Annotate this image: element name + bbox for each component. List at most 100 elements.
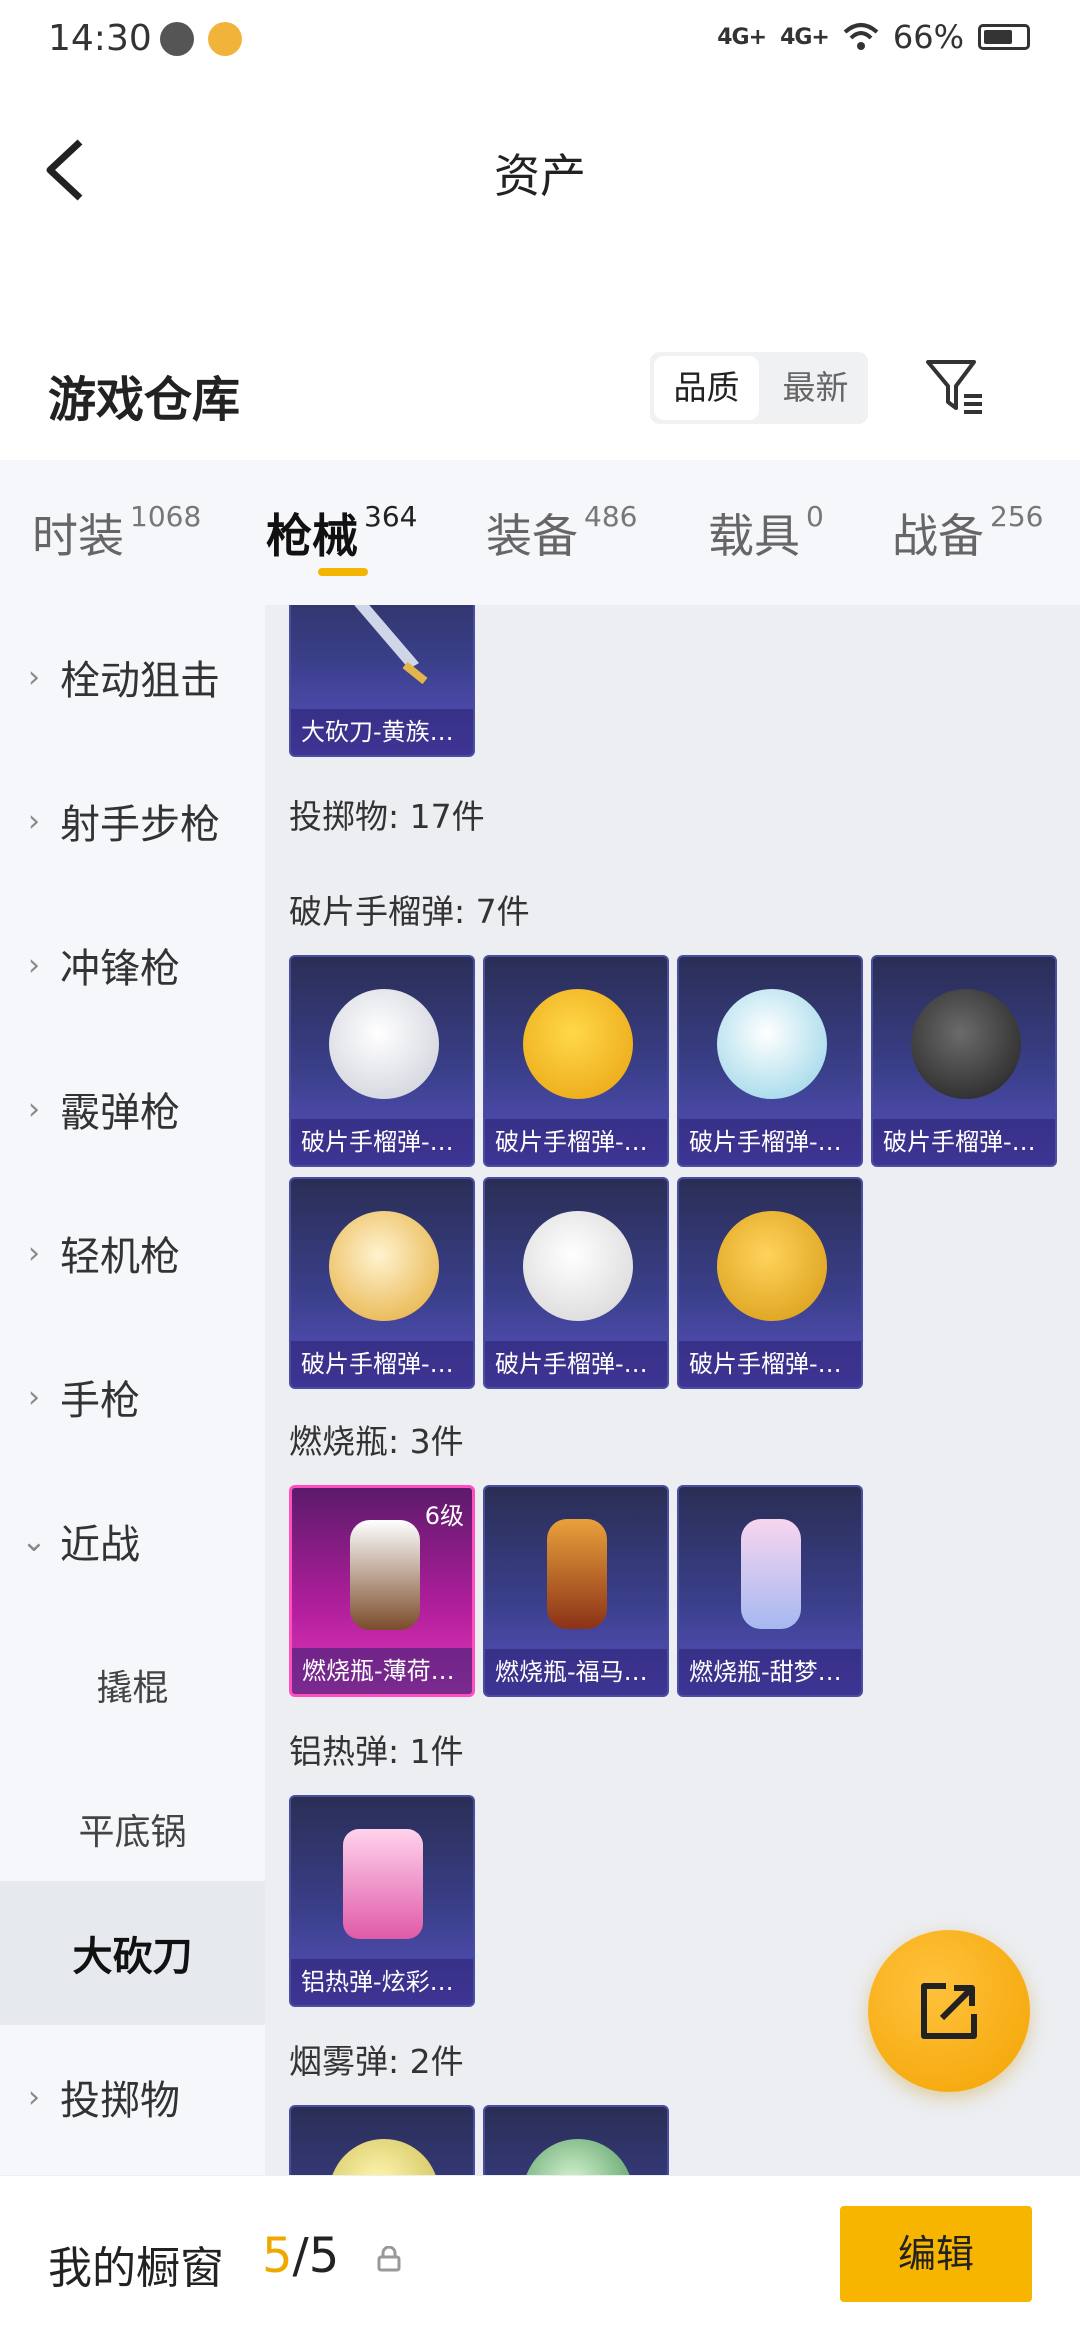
sidebar-item-label: 栓动狙击	[60, 658, 220, 704]
tab-count: 486	[584, 500, 638, 533]
smoke-art-icon	[329, 2139, 439, 2175]
edit-button[interactable]: 编辑	[840, 2206, 1032, 2302]
item-card-smoke-2[interactable]	[483, 2105, 669, 2175]
sidebar-item-label: 冲锋枪	[60, 946, 180, 992]
item-card-molotov-3[interactable]: 燃烧瓶-甜梦…	[677, 1485, 863, 1697]
sidebar-item-label: 轻机枪	[60, 1234, 180, 1280]
grenade-art-icon	[717, 1211, 827, 1321]
tab-vehicles[interactable]: 载具 0	[708, 500, 824, 566]
tab-count: 364	[364, 500, 418, 533]
sidebar-item-throwables[interactable]: › 投掷物	[0, 2025, 265, 2169]
signal-4g-icon-2: 4G+	[780, 24, 830, 50]
showcase-total: /5	[292, 2228, 340, 2284]
item-card-frag-4[interactable]: 破片手榴弹-…	[871, 955, 1057, 1167]
item-card-frag-5[interactable]: 破片手榴弹-…	[289, 1177, 475, 1389]
item-card-frag-2[interactable]: 破片手榴弹-…	[483, 955, 669, 1167]
lock-icon	[377, 2246, 401, 2272]
sort-newest[interactable]: 最新	[763, 352, 868, 424]
item-caption: 铝热弹-炫彩…	[291, 1959, 473, 2005]
status-bar: 14:30 4G+ 4G+ 66%	[0, 0, 1080, 86]
tab-guns[interactable]: 枪械 364	[266, 500, 417, 566]
tab-label: 枪械	[266, 509, 358, 563]
chevron-right-icon: ›	[28, 803, 40, 839]
grenade-art-icon	[329, 989, 439, 1099]
group-label-throwables: 投掷物: 17件	[289, 797, 485, 836]
showcase-bar: 我的橱窗 5/5 编辑	[0, 2175, 1080, 2340]
item-caption: 破片手榴弹-…	[873, 1119, 1055, 1165]
molotov-art-icon	[547, 1519, 607, 1629]
sidebar-item-melee[interactable]: ⌄ 近战	[0, 1469, 265, 1613]
showcase-current: 5	[262, 2228, 293, 2284]
sidebar-item-pistol[interactable]: › 手枪	[0, 1325, 265, 1469]
item-card-molotov-2[interactable]: 燃烧瓶-福马…	[483, 1485, 669, 1697]
weapon-type-sidebar: › 栓动狙击 › 射手步枪 › 冲锋枪 › 霰弹枪 › 轻机枪 › 手枪 ⌄ 近…	[0, 605, 265, 2175]
chevron-down-icon: ⌄	[21, 1523, 47, 1559]
grenade-art-icon	[911, 989, 1021, 1099]
sort-toggle: 品质 最新	[650, 352, 868, 424]
item-caption: 大砍刀-黄族…	[291, 709, 473, 755]
sidebar-item-lmg[interactable]: › 轻机枪	[0, 1181, 265, 1325]
grenade-art-icon	[523, 1211, 633, 1321]
item-caption: 燃烧瓶-薄荷…	[292, 1648, 472, 1694]
item-card-frag-7[interactable]: 破片手榴弹-…	[677, 1177, 863, 1389]
tab-equipment[interactable]: 装备 486	[486, 500, 637, 566]
sidebar-item-label: 霰弹枪	[60, 1090, 180, 1136]
item-caption: 破片手榴弹-…	[679, 1341, 861, 1387]
app-notification-icon	[208, 22, 242, 56]
thermite-art-icon	[343, 1829, 423, 1939]
item-caption: 破片手榴弹-…	[291, 1119, 473, 1165]
item-card-machete[interactable]: 大砍刀-黄族…	[289, 605, 475, 757]
item-level-badge: 6级	[424, 1502, 464, 1530]
machete-art-icon	[354, 605, 428, 685]
sidebar-item-smg[interactable]: › 冲锋枪	[0, 893, 265, 1037]
battery-percent: 66%	[892, 18, 964, 56]
item-card-frag-3[interactable]: 破片手榴弹-…	[677, 955, 863, 1167]
item-card-smoke-1[interactable]	[289, 2105, 475, 2175]
sidebar-item-label: 投掷物	[60, 2078, 180, 2124]
item-card-thermite-1[interactable]: 铝热弹-炫彩…	[289, 1795, 475, 2007]
sidebar-item-bolt-sniper[interactable]: › 栓动狙击	[0, 605, 265, 749]
sidebar-sub-machete[interactable]: 大砍刀	[0, 1881, 265, 2025]
item-caption: 破片手榴弹-…	[485, 1341, 667, 1387]
item-card-molotov-1[interactable]: 6级 燃烧瓶-薄荷…	[289, 1485, 475, 1697]
filter-icon[interactable]	[924, 356, 986, 418]
chevron-right-icon: ›	[28, 947, 40, 983]
item-caption: 破片手榴弹-…	[485, 1119, 667, 1165]
chevron-right-icon: ›	[28, 2079, 40, 2115]
showcase-count: 5/5	[262, 2228, 339, 2284]
sidebar-item-shotgun[interactable]: › 霰弹枪	[0, 1037, 265, 1181]
item-caption: 破片手榴弹-…	[679, 1119, 861, 1165]
share-button[interactable]	[868, 1930, 1030, 2092]
sort-quality[interactable]: 品质	[654, 356, 759, 420]
tab-fashion[interactable]: 时装 1068	[32, 500, 201, 566]
wifi-icon	[843, 23, 879, 50]
item-card-frag-1[interactable]: 破片手榴弹-…	[289, 955, 475, 1167]
grenade-art-icon	[523, 989, 633, 1099]
active-tab-indicator	[318, 568, 368, 576]
tab-label: 载具	[708, 509, 800, 563]
section-title: 游戏仓库	[48, 372, 241, 428]
sidebar-item-label: 近战	[60, 1522, 140, 1568]
sidebar-sub-crowbar[interactable]: 撬棍	[0, 1613, 265, 1757]
chevron-right-icon: ›	[28, 1379, 40, 1415]
sidebar-sub-pan[interactable]: 平底锅	[0, 1757, 265, 1901]
showcase-label: 我的橱窗	[48, 2243, 224, 2294]
tab-count: 1068	[130, 500, 202, 533]
molotov-art-icon	[741, 1519, 801, 1629]
chevron-right-icon: ›	[28, 659, 40, 695]
tab-label: 装备	[486, 509, 578, 563]
sidebar-item-label: 手枪	[60, 1378, 140, 1424]
group-label-smoke: 烟雾弹: 2件	[289, 2042, 464, 2081]
grenade-art-icon	[717, 989, 827, 1099]
sidebar-item-marksman[interactable]: › 射手步枪	[0, 749, 265, 893]
item-card-frag-6[interactable]: 破片手榴弹-…	[483, 1177, 669, 1389]
tab-label: 时装	[32, 509, 124, 563]
group-label-molotov: 燃烧瓶: 3件	[289, 1422, 464, 1461]
battery-icon	[978, 24, 1030, 50]
molotov-art-icon	[350, 1520, 420, 1630]
tab-supplies[interactable]: 战备 256	[892, 500, 1043, 566]
page-title: 资产	[494, 149, 586, 203]
share-out-icon	[921, 1983, 977, 2039]
title-bar: 资产	[0, 86, 1080, 256]
wechat-icon	[160, 22, 194, 56]
